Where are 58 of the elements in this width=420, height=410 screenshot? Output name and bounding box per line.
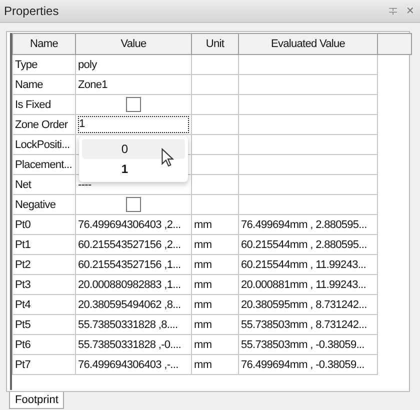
cell-text: 60.215543527156 ,1... (78, 258, 181, 270)
table-cell: Pt6 (12, 334, 76, 354)
table-cell (192, 134, 238, 154)
cell-text: 20.380595494062 ,8... (78, 298, 181, 310)
table-cell: Type (12, 54, 76, 74)
table-cell: mm (192, 294, 238, 314)
table-cell: 55.738503mm , 8.731242... (238, 314, 378, 334)
column-header[interactable]: Value (76, 34, 192, 54)
table-cell: Pt5 (12, 314, 76, 334)
table-cell: 20.000881mm , 11.99243... (238, 274, 378, 294)
table-cell: Pt7 (12, 354, 76, 374)
table-cell: mm (192, 234, 238, 254)
table-cell: mm (192, 314, 238, 334)
checkbox[interactable] (126, 197, 141, 212)
cell-text: 20.000880982883 ,1... (78, 278, 181, 290)
dropdown-option[interactable]: 1 (82, 159, 185, 179)
table-cell: 55.738503mm , -0.38059... (238, 334, 378, 354)
table-cell: 20.380595mm , 8.731242... (238, 294, 378, 314)
cell-text: ---- (78, 178, 92, 190)
dropdown-option[interactable]: 0 (82, 139, 185, 159)
column-header[interactable]: Unit (192, 34, 238, 54)
table-cell: mm (192, 214, 238, 234)
cell-text: 55.73850331828 ,8.... (78, 318, 178, 330)
table-cell: mm (192, 254, 238, 274)
cell-text: 55.73850331828 ,-0.... (78, 338, 182, 350)
table-cell: Pt1 (12, 234, 76, 254)
table-cell: LockPositi... (12, 134, 76, 154)
window-title: Properties (4, 4, 59, 18)
table-cell: mm (192, 354, 238, 374)
table-cell: 76.499694mm , -0.38059... (238, 354, 378, 374)
cell-text: 60.215543527156 ,2... (78, 238, 181, 250)
table-cell: mm (192, 274, 238, 294)
table-cell: Negative (12, 194, 76, 214)
cell-text: Zone1 (78, 78, 108, 90)
input-field[interactable]: 1 (78, 116, 189, 133)
table-cell: Is Fixed (12, 94, 76, 114)
table-cell: 60.215544mm , 11.99243... (238, 254, 378, 274)
cell-text: 76.499694306403 ,-... (78, 358, 178, 370)
table-cell: 60.215544mm , 2.880595... (238, 234, 378, 254)
table-cell: Pt0 (12, 214, 76, 234)
tab[interactable]: Footprint (9, 392, 64, 409)
mouse-cursor-icon (161, 148, 174, 167)
table-cell: Zone Order (12, 114, 76, 134)
column-header (378, 34, 412, 54)
table-cell: mm (192, 334, 238, 354)
table-cell: Net (12, 174, 76, 194)
checkbox[interactable] (126, 97, 141, 112)
column-header[interactable]: Evaluated Value (238, 34, 378, 54)
table-cell: Placement... (12, 154, 76, 174)
table-cell: Pt2 (12, 254, 76, 274)
table-cell: Name (12, 74, 76, 94)
table-cell: Pt3 (12, 274, 76, 294)
table-cell (192, 154, 238, 174)
column-header[interactable]: Name (12, 34, 76, 54)
table-cell: 76.499694mm , 2.880595... (238, 214, 378, 234)
cell-text: poly (78, 58, 97, 70)
table-cell: Pt4 (12, 294, 76, 314)
cell-text: 76.499694306403 ,2... (78, 218, 181, 230)
